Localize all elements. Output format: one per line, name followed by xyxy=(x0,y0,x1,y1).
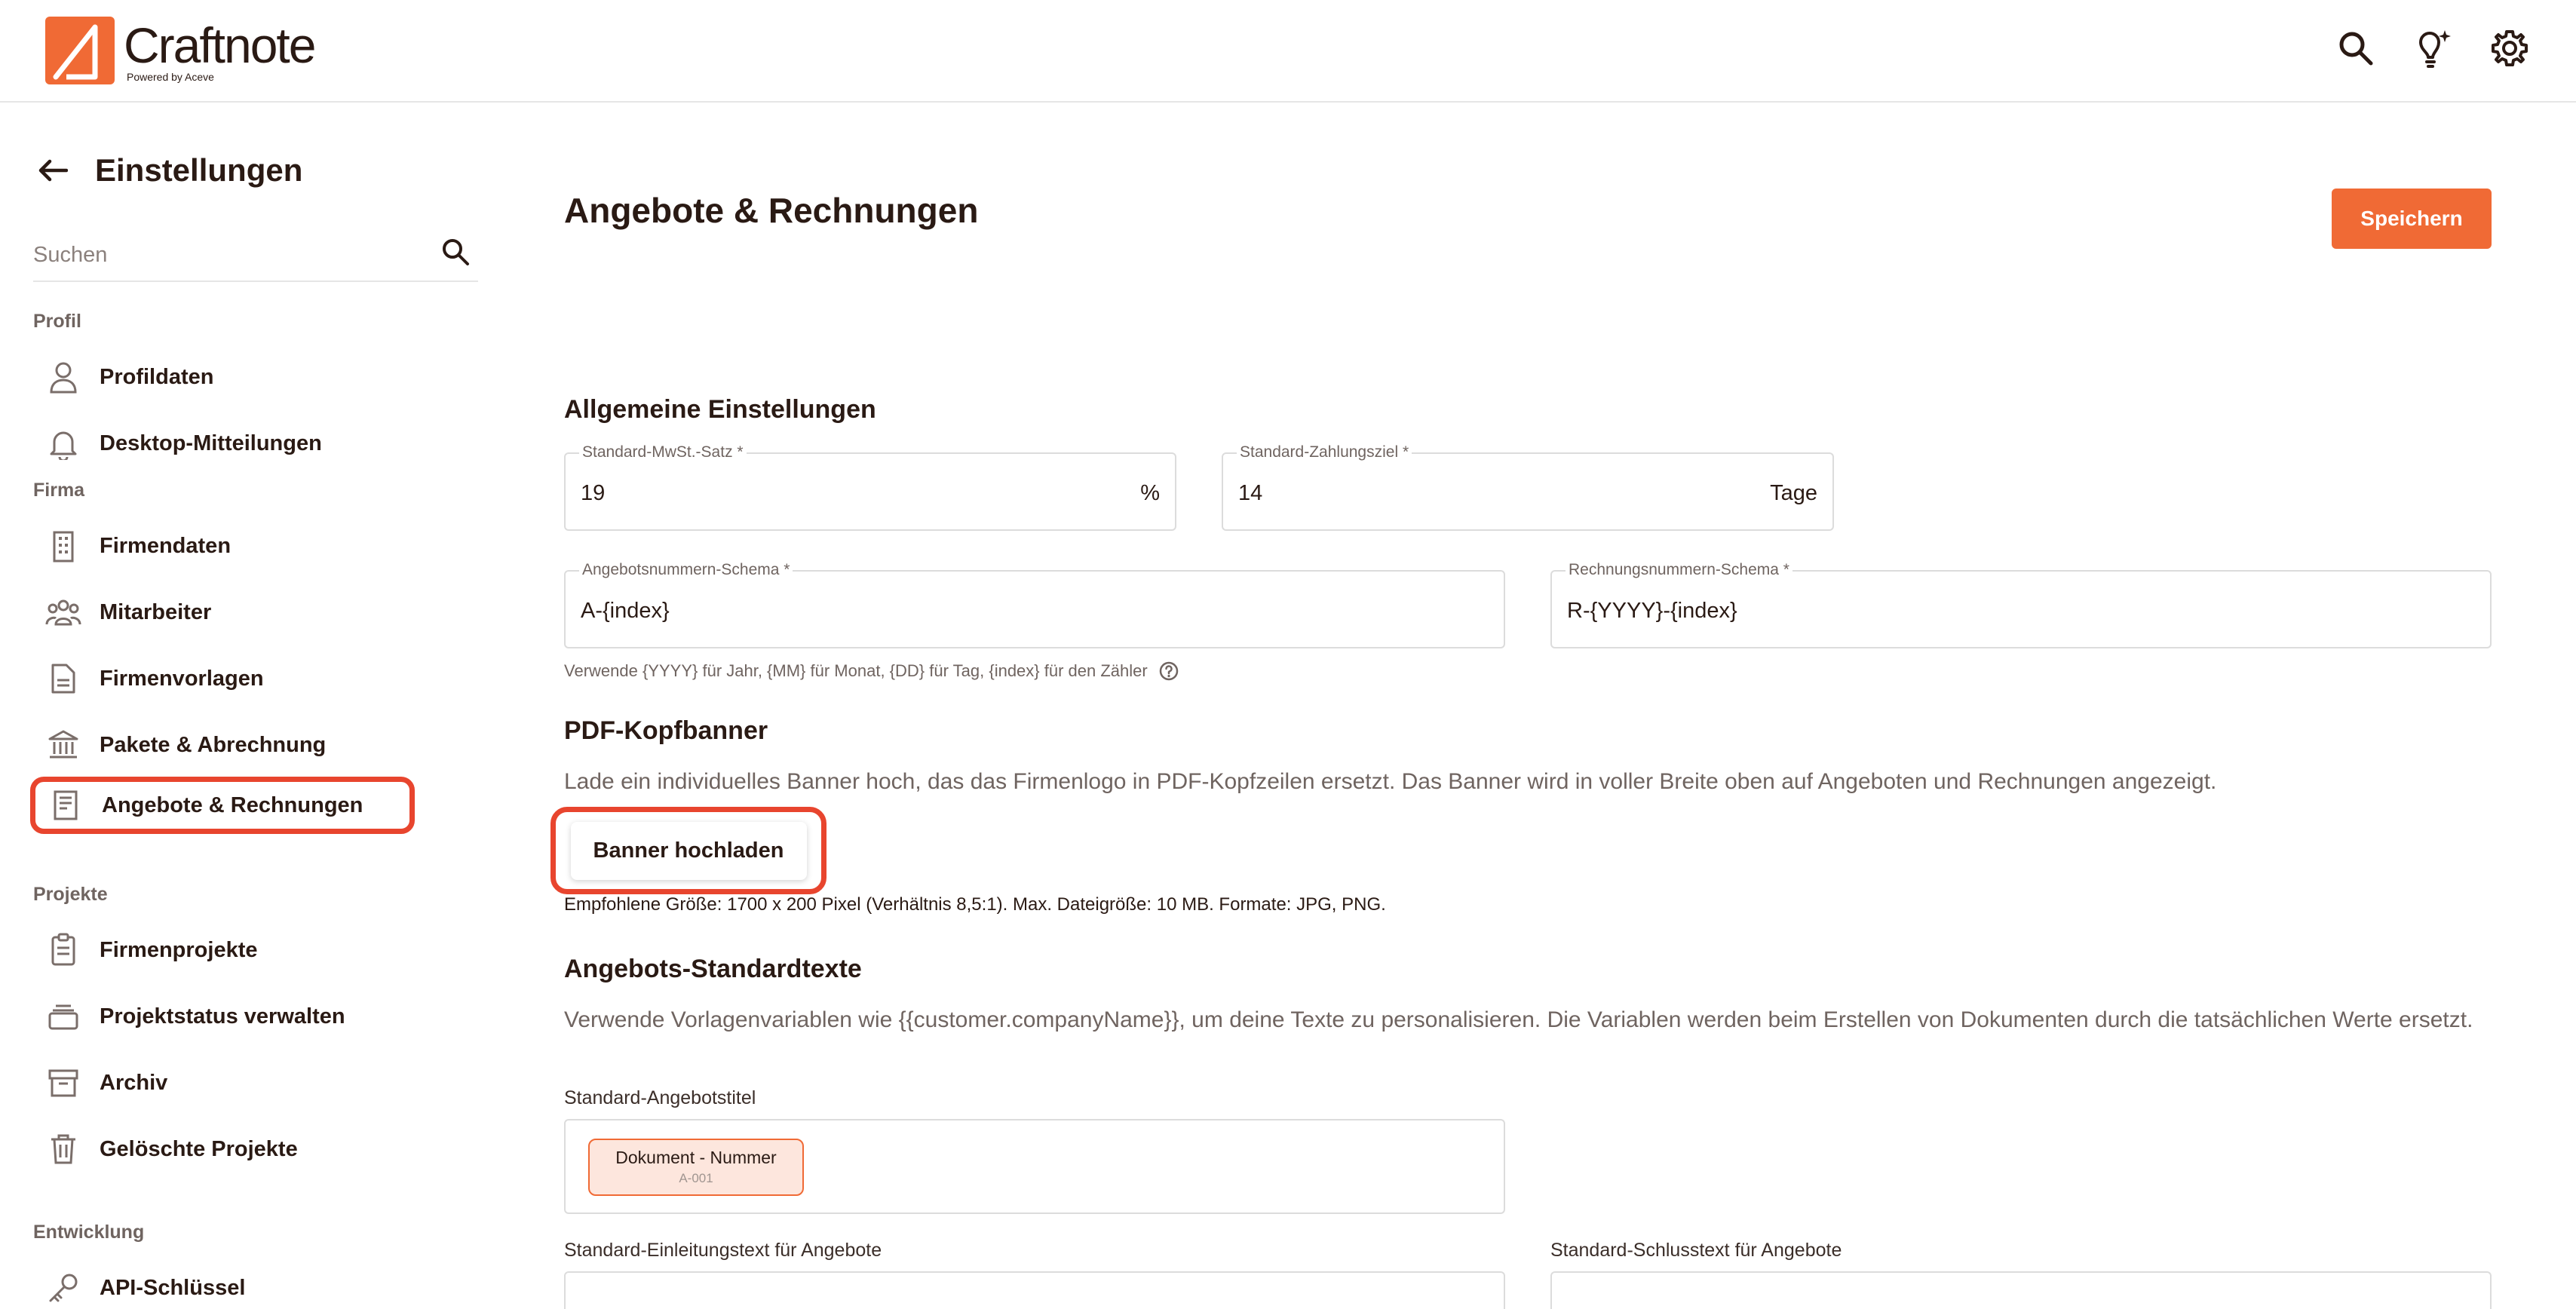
archive-box-icon xyxy=(33,1067,94,1099)
invoice-number-schema-field[interactable]: Rechnungsnummern-Schema * xyxy=(1550,561,2492,648)
sidebar-item-firmenprojekte[interactable]: Firmenprojekte xyxy=(33,921,410,979)
sidebar-item-pakete-abrechnung[interactable]: Pakete & Abrechnung xyxy=(33,716,410,774)
number-schema-hint-text: Verwende {YYYY} für Jahr, {MM} für Monat… xyxy=(564,661,1148,680)
offer-default-texts-description: Verwende Vorlagenvariablen wie {{custome… xyxy=(564,1007,2473,1032)
sidebar-search-input[interactable] xyxy=(33,232,410,277)
sidebar-item-projektstatus[interactable]: Projektstatus verwalten xyxy=(33,988,410,1045)
chip-title: Dokument - Nummer xyxy=(615,1148,777,1167)
craftnote-logo[interactable]: Craftnote Powered by Aceve xyxy=(45,17,316,84)
vat-rate-field[interactable]: Standard-MwSt.-Satz * % xyxy=(564,443,1176,531)
number-schema-hint: Verwende {YYYY} für Jahr, {MM} für Monat… xyxy=(564,661,1179,682)
save-button[interactable]: Speichern xyxy=(2332,189,2492,249)
sidebar-item-firmenvorlagen[interactable]: Firmenvorlagen xyxy=(33,650,410,707)
template-variable-chip[interactable]: Dokument - Nummer A-001 xyxy=(588,1139,804,1196)
search-icon[interactable] xyxy=(2335,27,2377,69)
building-icon xyxy=(33,529,94,563)
bank-icon xyxy=(33,728,94,762)
sidebar-item-label: Pakete & Abrechnung xyxy=(100,732,327,757)
key-icon xyxy=(33,1271,94,1304)
invoice-number-schema-input[interactable] xyxy=(1567,599,2224,624)
sidebar-item-label: Projektstatus verwalten xyxy=(100,1004,345,1028)
clipboard-icon xyxy=(33,933,94,967)
sidebar-item-firmendaten[interactable]: Firmendaten xyxy=(33,517,410,575)
sidebar-item-label: API-Schlüssel xyxy=(100,1275,246,1300)
sidebar-item-label: Archiv xyxy=(100,1070,168,1095)
section-label-firma: Firma xyxy=(33,480,85,501)
sidebar-item-label: Angebote & Rechnungen xyxy=(102,792,363,817)
default-closing-text-label: Standard-Schlusstext für Angebote xyxy=(1550,1240,1842,1261)
sidebar-item-profildaten[interactable]: Profildaten xyxy=(33,348,410,406)
document-icon xyxy=(33,662,94,695)
section-label-profil: Profil xyxy=(33,311,81,332)
trash-icon xyxy=(33,1133,94,1166)
offer-default-texts-heading: Angebots-Standardtexte xyxy=(564,955,862,983)
help-circle-icon[interactable] xyxy=(1158,661,1179,682)
sidebar-item-label: Desktop-Mitteilungen xyxy=(100,431,322,455)
sidebar-item-label: Mitarbeiter xyxy=(100,599,212,624)
sidebar-item-label: Profildaten xyxy=(100,364,214,389)
vat-rate-input[interactable] xyxy=(581,481,1007,506)
sidebar-title: Einstellungen xyxy=(95,152,303,188)
payment-term-label: Standard-Zahlungsziel * xyxy=(1237,443,1412,461)
vat-rate-suffix: % xyxy=(1140,481,1160,505)
chip-example: A-001 xyxy=(679,1171,713,1185)
pdf-banner-description: Lade ein individuelles Banner hoch, das … xyxy=(564,769,2217,794)
payment-term-field[interactable]: Standard-Zahlungsziel * Tage xyxy=(1222,443,1834,531)
sidebar-item-label: Firmenvorlagen xyxy=(100,666,264,691)
payment-term-input[interactable] xyxy=(1238,481,1665,506)
sidebar-item-geloeschte-projekte[interactable]: Gelöschte Projekte xyxy=(33,1120,410,1178)
general-settings-heading: Allgemeine Einstellungen xyxy=(564,395,876,424)
sidebar-item-api-schluessel[interactable]: API-Schlüssel xyxy=(33,1259,410,1309)
layers-icon xyxy=(33,1000,94,1033)
sidebar-item-desktop-mitteilungen[interactable]: Desktop-Mitteilungen xyxy=(33,415,410,472)
receipt-icon xyxy=(35,789,96,822)
top-bar: Craftnote Powered by Aceve xyxy=(0,0,2576,103)
default-closing-text-editor[interactable] xyxy=(1550,1271,2492,1309)
vat-rate-label: Standard-MwSt.-Satz * xyxy=(579,443,747,461)
sidebar-search xyxy=(33,232,478,282)
sidebar-item-label: Gelöschte Projekte xyxy=(100,1136,298,1161)
sidebar-item-angebote-rechnungen[interactable]: Angebote & Rechnungen xyxy=(30,777,415,834)
default-intro-text-label: Standard-Einleitungstext für Angebote xyxy=(564,1240,882,1261)
offer-number-schema-label: Angebotsnummern-Schema * xyxy=(579,561,793,579)
sidebar-item-label: Firmenprojekte xyxy=(100,937,258,962)
gear-icon[interactable] xyxy=(2489,27,2531,69)
banner-size-recommendation: Empfohlene Größe: 1700 x 200 Pixel (Verh… xyxy=(564,894,1386,915)
lightbulb-sparkle-icon[interactable] xyxy=(2412,27,2454,69)
section-label-projekte: Projekte xyxy=(33,884,108,905)
default-offer-title-label: Standard-Angebotstitel xyxy=(564,1087,756,1108)
sidebar-item-mitarbeiter[interactable]: Mitarbeiter xyxy=(33,584,410,641)
offer-number-schema-field[interactable]: Angebotsnummern-Schema * xyxy=(564,561,1505,648)
upload-banner-label: Banner hochladen xyxy=(570,821,807,880)
bell-icon xyxy=(33,427,94,460)
offer-number-schema-input[interactable] xyxy=(581,599,1237,624)
people-group-icon xyxy=(33,597,94,627)
brand-name: Craftnote xyxy=(124,17,316,73)
person-icon xyxy=(33,360,94,394)
payment-term-suffix: Tage xyxy=(1770,481,1817,505)
section-label-entwicklung: Entwicklung xyxy=(33,1222,145,1243)
default-intro-text-editor[interactable] xyxy=(564,1271,1505,1309)
page-title: Angebote & Rechnungen xyxy=(564,191,979,230)
sidebar-item-label: Firmendaten xyxy=(100,533,232,558)
sidebar-item-archiv[interactable]: Archiv xyxy=(33,1054,410,1111)
settings-sidebar: Einstellungen Profil Profildaten Desktop… xyxy=(0,104,513,1309)
invoice-number-schema-label: Rechnungsnummern-Schema * xyxy=(1566,561,1792,579)
back-arrow-icon[interactable] xyxy=(33,151,72,190)
logo-mark-icon xyxy=(45,17,115,84)
search-icon[interactable] xyxy=(439,235,475,271)
default-offer-title-editor[interactable]: Dokument - Nummer A-001 xyxy=(564,1119,1505,1214)
upload-banner-button[interactable]: Banner hochladen xyxy=(550,807,826,894)
pdf-banner-heading: PDF-Kopfbanner xyxy=(564,716,768,745)
